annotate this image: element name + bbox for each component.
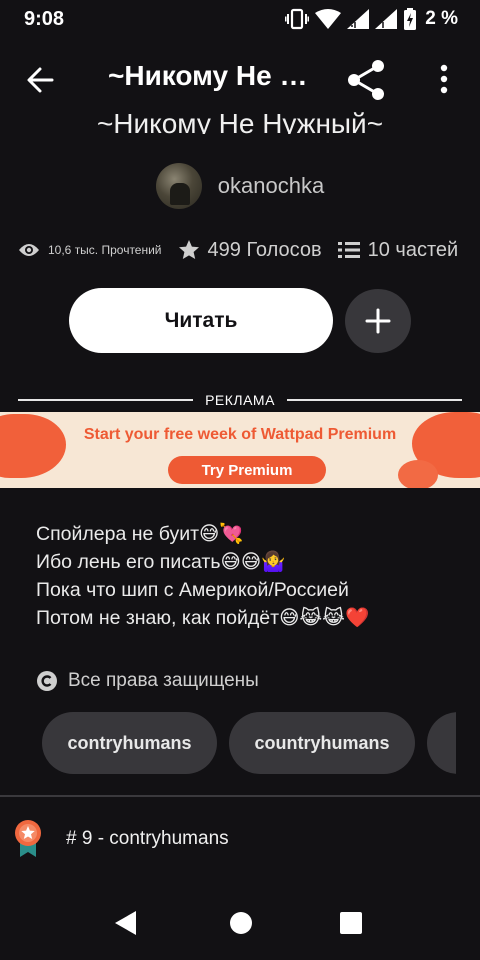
back-arrow-icon [27,67,54,93]
ranking-row[interactable]: # 9 - contryhumans [14,818,229,860]
nav-recents-icon[interactable] [340,912,362,934]
battery-charging-icon [404,8,417,30]
story-description: Спойлера не буит😅💘 Ибо лень его писать😅😅… [36,520,456,632]
ranking-text: # 9 - contryhumans [66,828,229,849]
share-icon [348,60,384,100]
tag-chip[interactable]: contryhumans [42,712,217,774]
author-name[interactable]: okanochka [218,173,324,199]
signal-icon [347,9,370,29]
description-line: Ибо лень его писать😅😅🤷‍♀️ [36,551,286,573]
tag-chip[interactable]: countryhumans [229,712,415,774]
vibrate-icon [285,8,310,30]
description-line: Пока что шип с Америкой/Россией [36,579,349,601]
copyright-icon [37,671,57,691]
wifi-icon [315,9,342,29]
ad-label: РЕКЛАМА [205,392,275,408]
ad-decoration [398,460,438,488]
plus-icon [365,308,391,334]
add-to-library-button[interactable] [345,289,411,353]
parts-stat: 10 частей [337,238,459,262]
nav-back-icon[interactable] [114,910,138,936]
ad-banner[interactable]: Start your free week of Wattpad Premium … [0,412,480,488]
reads-count: 10,6 тыс. Прочтений [48,243,162,257]
author-row[interactable]: okanochka [0,162,480,210]
ad-divider: РЕКЛАМА [18,390,463,410]
avatar[interactable] [155,163,202,209]
status-time: 9:08 [24,8,65,30]
back-button[interactable] [22,62,62,98]
description-line: Спойлера не буит😅💘 [36,523,244,545]
more-options-button[interactable] [432,60,456,100]
description-line: Потом не знаю, как пойдёт😅😹😹❤️ [36,607,370,629]
tags-row: contryhumans countryhumans [0,712,456,774]
story-stats: 10,6 тыс. Прочтений 499 Голосов 10 часте… [18,234,468,266]
tag-chip[interactable] [427,712,456,774]
divider-line [286,399,463,401]
navigation-bar [0,888,480,960]
signal-icon [375,9,398,29]
try-premium-button[interactable]: Try Premium [168,456,326,484]
status-bar: 9:08 2 % [0,0,480,38]
section-divider [0,795,480,797]
ranking-badge-icon [15,820,41,857]
story-title: ~Никому Не Нужный~ [96,108,384,134]
copyright-row: Все права защищены [36,666,259,696]
share-button[interactable] [344,58,388,102]
nav-home-icon[interactable] [230,912,252,934]
read-button[interactable]: Читать [69,288,333,353]
list-icon [337,242,360,258]
votes-count: 499 Голосов [207,238,322,261]
divider-line [18,399,194,401]
copyright-text: Все права защищены [68,670,259,691]
parts-count: 10 частей [367,238,459,261]
ad-decoration [0,414,66,478]
app-bar-title: ~Никому Не Нужный~ [108,60,308,91]
star-icon [178,240,199,259]
eye-icon [19,244,39,256]
reads-stat: 10,6 тыс. Прочтений [18,242,162,258]
status-icons: 2 % [285,8,458,30]
battery-percent: 2 % [425,8,458,29]
votes-stat: 499 Голосов [178,239,322,262]
ad-headline: Start your free week of Wattpad Premium [83,426,397,443]
more-vertical-icon [440,64,448,94]
